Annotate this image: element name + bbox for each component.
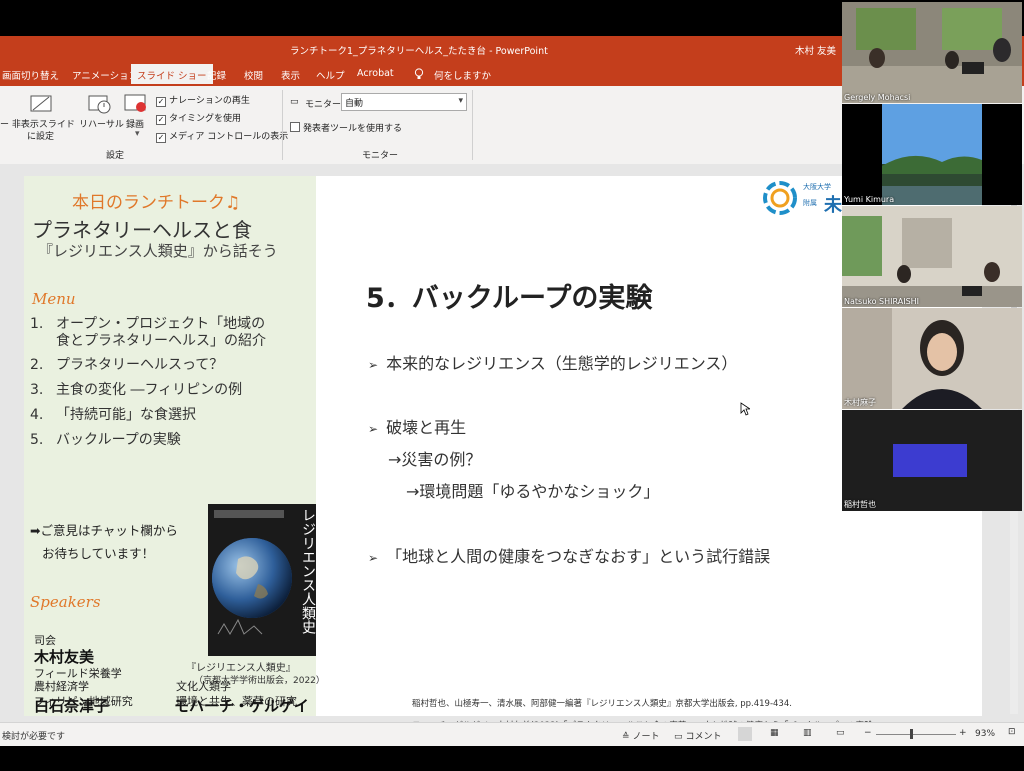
status-bar: 検討が必要です ≙ ノート ▭ コメント ▦ ▥ ▭ − + 93% ⊡ xyxy=(0,722,1024,746)
lightbulb-icon[interactable] xyxy=(414,68,424,83)
slideshow-icon[interactable]: ▭ xyxy=(836,728,845,738)
menu-list: 1. オープン・プロジェクト「地域の 食とプラネタリーヘルス」の紹介 2. プラネタ… xyxy=(30,316,266,449)
book-caption: 『レジリエンス人類史』 xyxy=(186,663,296,674)
list-item: 1. オープン・プロジェクト「地域の xyxy=(30,316,266,332)
talk-title: プラネタリーヘルスと食 xyxy=(32,218,252,242)
notes-button[interactable]: ≙ ノート xyxy=(622,729,660,742)
chevron-down-icon[interactable]: ▾ xyxy=(135,129,140,139)
book-cover-image: レジリエンス人類史 xyxy=(208,504,316,656)
tab-record[interactable]: 記録 xyxy=(207,68,226,82)
video-tile[interactable]: Natsuko SHIRAISHI xyxy=(842,206,1022,307)
list-item: 4. 「持続可能」な食選択 xyxy=(30,407,196,423)
slide-left-panel: 本日のランチトーク♫ プラネタリーヘルスと食 『レジリエンス人類史』から話そう … xyxy=(24,176,325,716)
book-title-vertical: レジリエンス人類史 xyxy=(300,508,316,634)
monitor-select-value: 自動 xyxy=(345,99,364,109)
menu-heading: Menu xyxy=(32,290,76,308)
logo-text: 附属 xyxy=(803,199,817,207)
media-controls-checkbox[interactable]: ✓ メディア コントロールの表示 xyxy=(156,129,288,143)
list-item: 3. 主食の変化 ―フィリピンの例 xyxy=(30,382,243,398)
user-name[interactable]: 木村 友美 xyxy=(795,43,836,57)
narration-checkbox[interactable]: ✓ ナレーションの再生 xyxy=(156,93,250,107)
comments-button[interactable]: ▭ コメント xyxy=(674,729,722,742)
timing-checkbox[interactable]: ✓ タイミングを使用 xyxy=(156,111,241,125)
speaker-field: 環境と共生、薬草の研究 xyxy=(176,695,297,708)
university-logo xyxy=(762,180,798,216)
mouse-cursor-icon xyxy=(740,401,752,420)
tab-view[interactable]: 表示 xyxy=(281,68,300,82)
participant-name: Natsuko SHIRAISHI xyxy=(844,297,920,306)
tab-animations[interactable]: アニメーション xyxy=(72,68,138,82)
tell-me-search[interactable]: 何をしますか xyxy=(434,68,491,82)
group-label-monitor: モニター xyxy=(362,151,399,161)
group-label-setup: 設定 xyxy=(106,151,125,161)
group-divider xyxy=(282,90,283,160)
slide-sorter-icon[interactable]: ▦ xyxy=(770,728,779,738)
slide[interactable]: 本日のランチトーク♫ プラネタリーヘルスと食 『レジリエンス人類史』から話そう … xyxy=(24,176,982,731)
chevron-down-icon: ▾ xyxy=(458,96,463,106)
sub-bullet-item: →環境問題「ゆるやかなショック」 xyxy=(406,482,660,501)
status-text: 検討が必要です xyxy=(2,732,66,742)
tab-transitions[interactable]: 画面切り替え xyxy=(2,68,59,82)
bullet-item: ➢ 破壊と再生 xyxy=(368,418,467,437)
tab-slideshow[interactable]: スライド ショー xyxy=(131,64,213,84)
window-title: ランチトーク1_プラネタリーヘルス_たたき台 - PowerPoint xyxy=(290,46,548,57)
zoom-level[interactable]: 93% xyxy=(975,729,995,739)
video-tile[interactable]: 稲村哲也 xyxy=(842,410,1022,511)
list-item: 食とプラネタリーヘルス」の紹介 xyxy=(56,333,266,349)
list-item: 2. プラネタリーヘルスって？ xyxy=(30,357,224,373)
fit-slide-icon[interactable]: ⊡ xyxy=(1008,727,1016,737)
monitor-select[interactable]: 自動 ▾ xyxy=(341,93,467,111)
reading-view-icon[interactable]: ▥ xyxy=(803,728,812,738)
group-divider xyxy=(472,90,473,160)
video-tile[interactable]: Yumi Kimura xyxy=(842,104,1022,205)
normal-view-icon[interactable] xyxy=(738,727,752,741)
hide-slide-label-2[interactable]: に設定 xyxy=(27,129,54,142)
speakers-heading: Speakers xyxy=(30,593,101,611)
list-item: 5. バックループの実験 xyxy=(30,432,181,448)
bullet-item: ➢ 「地球と人間の健康をつなぎなおす」という試行錯誤 xyxy=(368,547,771,566)
video-tile[interactable]: 木村麻子 xyxy=(842,308,1022,409)
speaker-field: 農村経済学 xyxy=(34,680,89,693)
hide-slide-icon[interactable] xyxy=(30,94,54,114)
zoom-out-button[interactable]: − xyxy=(864,728,872,738)
participant-name: Yumi Kimura xyxy=(844,195,895,204)
logo-text: 未 xyxy=(824,195,842,216)
rehearse-timings-icon[interactable] xyxy=(88,92,112,114)
avatar xyxy=(893,444,967,477)
slide-heading: 5．バックループの実験 xyxy=(366,283,653,314)
today-label: 本日のランチトーク♫ xyxy=(72,193,241,213)
sub-bullet-item: →災害の例？ xyxy=(388,450,482,469)
zoom-slider[interactable] xyxy=(876,729,956,739)
reference-line: 稲村哲也、山極寿一、清水展、阿部健一編著『レジリエンス人類史』京都大学出版会, … xyxy=(412,699,792,709)
speaker-field: フィリピン地域研究 xyxy=(34,695,133,708)
participant-name: Gergely Mohacsi xyxy=(844,93,911,102)
bullet-item: ➢ 本来的なレジリエンス（生態学的レジリエンス） xyxy=(368,354,738,373)
presenter-view-checkbox[interactable]: 発表者ツールを使用する xyxy=(290,121,402,134)
video-tile[interactable]: Gergely Mohacsi xyxy=(842,2,1022,103)
zoom-in-button[interactable]: + xyxy=(959,728,967,738)
talk-subtitle: 『レジリエンス人類史』から話そう xyxy=(38,242,278,260)
monitor-label: モニター: xyxy=(305,100,345,110)
tab-review[interactable]: 校閲 xyxy=(244,68,263,82)
rehearse-button[interactable]: リハーサル xyxy=(79,117,124,130)
record-slideshow-icon[interactable] xyxy=(124,92,148,114)
chat-invite-1: ➡ご意見はチャット欄から xyxy=(30,523,178,538)
zoom-slider-thumb[interactable] xyxy=(910,729,913,739)
chat-invite-2: お待ちしています！ xyxy=(42,546,155,561)
participant-name: 木村麻子 xyxy=(844,398,876,407)
participant-name: 稲村哲也 xyxy=(844,500,876,509)
monitor-icon: ▭ xyxy=(290,97,299,107)
tab-help[interactable]: ヘルプ xyxy=(316,68,345,82)
speaker-field: 文化人類学 xyxy=(176,680,231,693)
speaker-name: 木村友美 xyxy=(34,648,95,666)
tab-acrobat[interactable]: Acrobat xyxy=(357,68,394,79)
